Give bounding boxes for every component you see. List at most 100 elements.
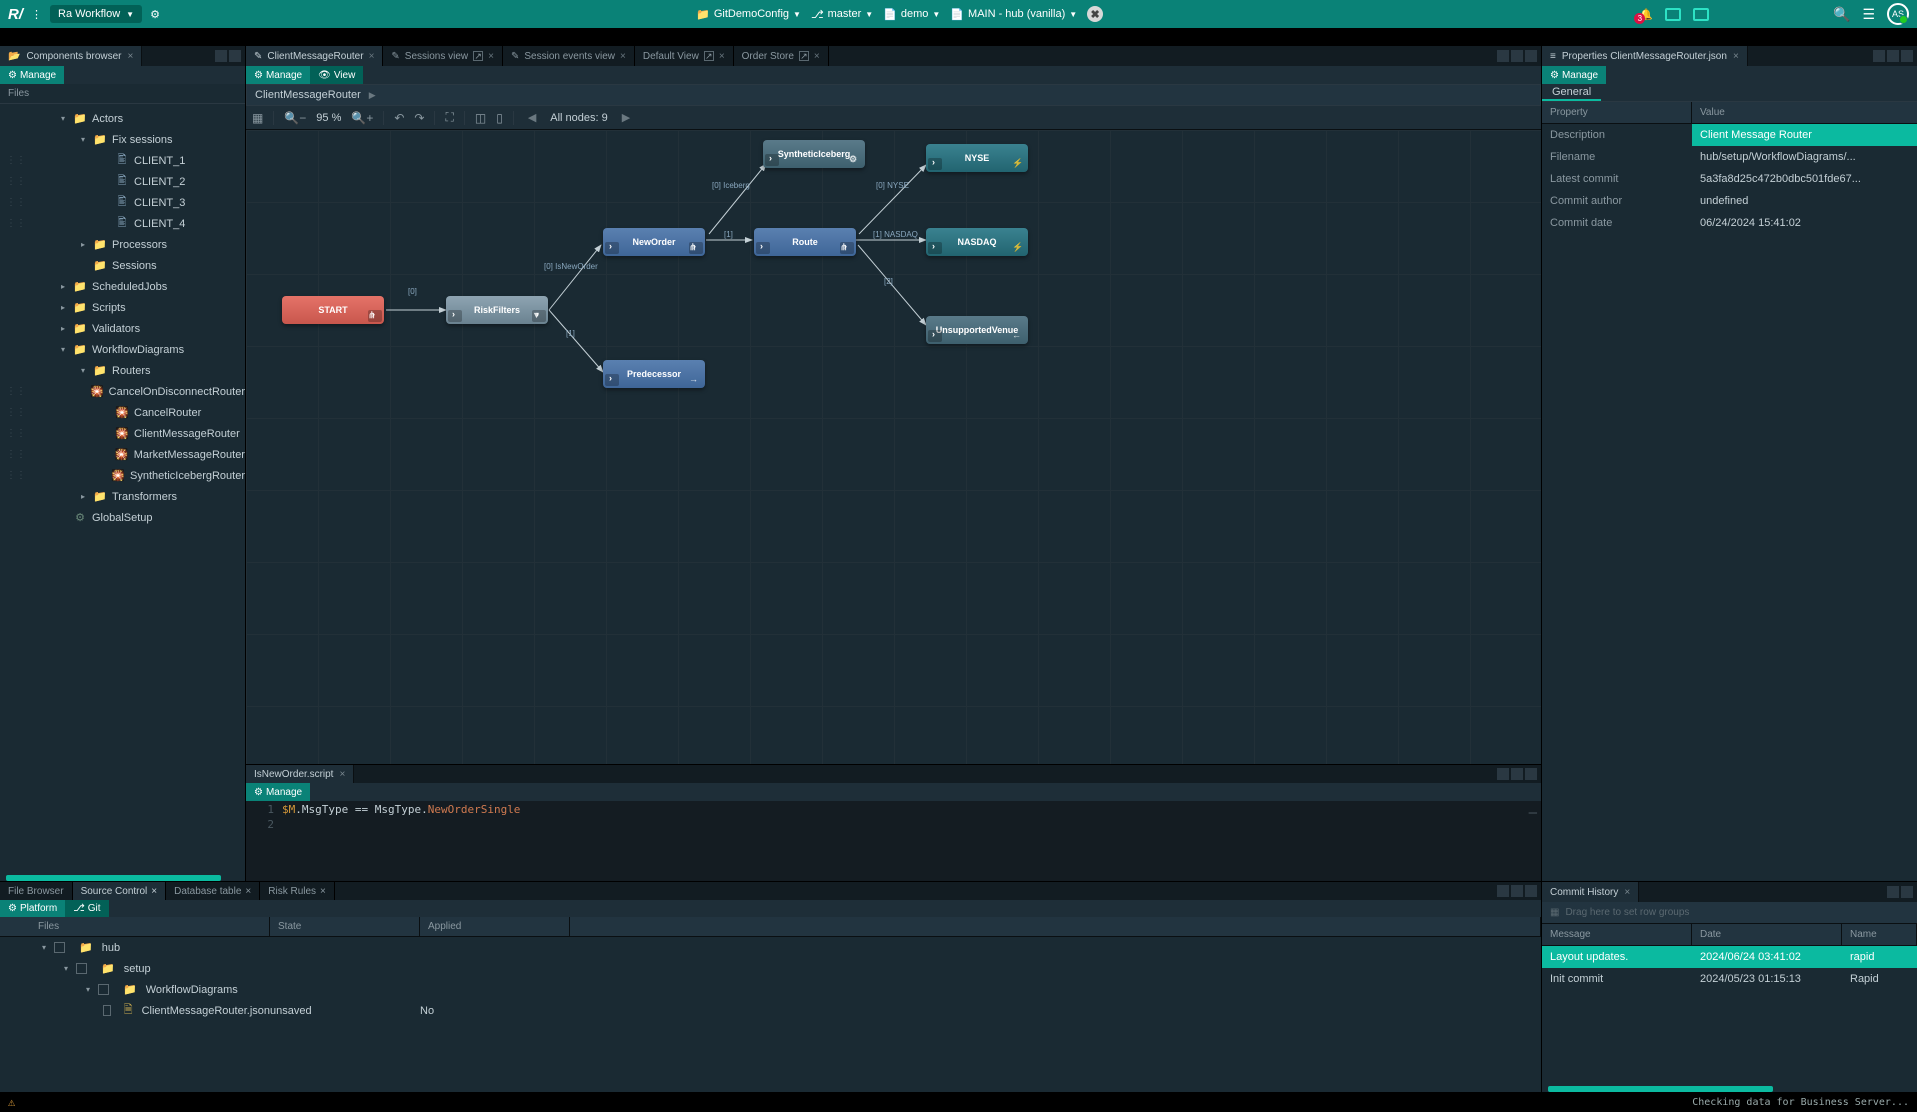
tree-item[interactable]: 📁Sessions — [0, 255, 245, 276]
row-checkbox[interactable] — [103, 1005, 111, 1016]
maximize-icon[interactable] — [1887, 50, 1899, 62]
node-start[interactable]: START⋔ — [282, 296, 384, 324]
editor-tab[interactable]: ✎Session events view× — [503, 46, 635, 66]
expand-icon[interactable]: ▾ — [58, 345, 68, 354]
tree-item[interactable]: ⋮⋮🎇ClientMessageRouter — [0, 423, 245, 444]
commit-row[interactable]: Init commit2024/05/23 01:15:13Rapid — [1542, 968, 1917, 990]
minimize-icon[interactable] — [215, 50, 227, 62]
node-unsupportedvenue[interactable]: UnsupportedVenue← — [926, 316, 1028, 344]
grip-icon[interactable]: ⋮⋮ — [6, 449, 18, 460]
maximize-icon[interactable] — [1511, 768, 1523, 780]
manage-button[interactable]: ⚙Manage — [0, 66, 64, 84]
tree-item[interactable]: ▸📁Processors — [0, 234, 245, 255]
monitor1-icon[interactable] — [1665, 8, 1681, 21]
expand-icon[interactable]: ▸ — [78, 240, 88, 249]
node-syntheticeberg[interactable]: SyntheticIceberg⚙ — [763, 140, 865, 168]
bottom-tab[interactable]: File Browser — [0, 882, 73, 900]
zoom-in-icon[interactable]: 🔍+ — [351, 111, 373, 125]
node-riskfilters[interactable]: RiskFilters▼ — [446, 296, 548, 324]
notifications-icon[interactable]: 🔔3 — [1639, 8, 1653, 21]
search-icon[interactable]: 🔍 — [1833, 6, 1850, 23]
tree-item[interactable]: ⋮⋮🎇CancelRouter — [0, 402, 245, 423]
node-nyse[interactable]: NYSE⚡ — [926, 144, 1028, 172]
crumb-demo[interactable]: 📄demo▼ — [883, 6, 940, 22]
close-icon[interactable]: × — [814, 51, 820, 62]
layout2-icon[interactable]: ▯ — [496, 111, 503, 125]
bottom-tab[interactable]: Source Control× — [73, 882, 167, 900]
close-panel-icon[interactable] — [1901, 886, 1913, 898]
tree-item[interactable]: ▸📁Scripts — [0, 297, 245, 318]
close-icon[interactable]: × — [245, 886, 251, 897]
props-manage-button[interactable]: ⚙Manage — [1542, 66, 1606, 84]
fold-icon[interactable]: — — [1529, 805, 1535, 821]
expand-icon[interactable]: ▸ — [58, 282, 68, 291]
grid-row[interactable]: 🗎ClientMessageRouter.jsonunsavedNo — [0, 1000, 1541, 1021]
workflow-canvas[interactable]: START⋔ RiskFilters▼ NewOrder⋔ Predecesso… — [246, 130, 1541, 764]
fit-icon[interactable]: ⛶ — [445, 110, 453, 125]
close-panel-icon[interactable] — [1525, 50, 1537, 62]
close-icon[interactable]: × — [620, 51, 626, 62]
tree-item[interactable]: ⋮⋮🎇MarketMessageRouter — [0, 444, 245, 465]
expand-icon[interactable]: ▾ — [78, 135, 88, 144]
changes-grid[interactable]: ▾📁hub▾📁setup▾📁WorkflowDiagrams🗎ClientMes… — [0, 937, 1541, 1092]
grip-icon[interactable]: ⋮⋮ — [6, 407, 18, 418]
wf-manage-button[interactable]: ⚙Manage — [246, 66, 310, 84]
grip-icon[interactable]: ⋮⋮ — [6, 428, 18, 439]
crumb-hub[interactable]: 📄MAIN - hub (vanilla)▼ — [950, 6, 1077, 22]
tree-item[interactable]: ⋮⋮🖺CLIENT_2 — [0, 171, 245, 192]
hamburger-icon[interactable]: ☰ — [1862, 6, 1875, 23]
close-icon[interactable]: × — [488, 51, 494, 62]
zoom-out-icon[interactable]: 🔍− — [284, 111, 306, 125]
close-icon[interactable]: × — [719, 51, 725, 62]
minimize-icon[interactable] — [1497, 50, 1509, 62]
expand-icon[interactable]: ▾ — [58, 114, 68, 123]
redo-icon[interactable]: ↷ — [414, 111, 424, 125]
maximize-icon[interactable] — [1887, 886, 1899, 898]
property-row[interactable]: DescriptionClient Message Router — [1542, 124, 1917, 146]
tree-item[interactable]: ▸📁Transformers — [0, 486, 245, 507]
commit-row[interactable]: Layout updates.2024/06/24 03:41:02rapid — [1542, 946, 1917, 968]
grip-icon[interactable]: ⋮⋮ — [6, 386, 18, 397]
node-nasdaq[interactable]: NASDAQ⚡ — [926, 228, 1028, 256]
script-tab[interactable]: IsNewOrder.script × — [246, 765, 354, 783]
close-icon[interactable]: × — [151, 886, 157, 897]
close-icon[interactable]: × — [1733, 51, 1739, 62]
property-row[interactable]: Latest commit5a3fa8d25c472b0dbc501fde67.… — [1542, 168, 1917, 190]
monitor2-icon[interactable] — [1693, 8, 1709, 21]
property-row[interactable]: Commit date06/24/2024 15:41:02 — [1542, 212, 1917, 234]
grip-icon[interactable]: ⋮⋮ — [6, 176, 18, 187]
minimize-icon[interactable] — [1873, 50, 1885, 62]
expand-icon[interactable]: ▸ — [58, 324, 68, 333]
script-editor[interactable]: 1 2 $M.MsgType == MsgType.NewOrderSingle… — [246, 801, 1541, 881]
bottom-tab[interactable]: Database table× — [166, 882, 260, 900]
grip-icon[interactable]: ⋮⋮ — [6, 218, 18, 229]
commit-scrollbar[interactable] — [1548, 1086, 1773, 1092]
layout1-icon[interactable]: ◫ — [475, 111, 486, 125]
tree-item[interactable]: ▾📁Fix sessions — [0, 129, 245, 150]
expand-icon[interactable]: ▾ — [78, 366, 88, 375]
minimize-icon[interactable] — [1497, 768, 1509, 780]
grid-row[interactable]: ▾📁setup — [0, 958, 1541, 979]
expand-icon[interactable]: ▸ — [58, 303, 68, 312]
platform-subtab[interactable]: ⚙Platform — [0, 900, 65, 917]
tree-item[interactable]: ⋮⋮🖺CLIENT_3 — [0, 192, 245, 213]
crumb-branch[interactable]: ⎇master▼ — [811, 6, 873, 22]
close-icon[interactable]: × — [1624, 887, 1630, 898]
tree-item[interactable]: ▾📁WorkflowDiagrams — [0, 339, 245, 360]
commit-history-tab[interactable]: Commit History × — [1542, 882, 1639, 902]
general-tab[interactable]: General — [1542, 84, 1601, 101]
property-row[interactable]: Filenamehub/setup/WorkflowDiagrams/... — [1542, 146, 1917, 168]
maximize-icon[interactable] — [1511, 885, 1523, 897]
warning-icon[interactable]: ⚠ — [8, 1095, 15, 1109]
grid-row[interactable]: ▾📁WorkflowDiagrams — [0, 979, 1541, 1000]
row-checkbox[interactable] — [76, 963, 87, 974]
close-icon[interactable]: × — [128, 51, 134, 62]
minimize-icon[interactable] — [1497, 885, 1509, 897]
close-icon[interactable]: × — [320, 886, 326, 897]
close-icon[interactable]: × — [339, 769, 345, 780]
maximize-icon[interactable] — [1511, 50, 1523, 62]
settings-icon[interactable]: ⚙ — [150, 8, 160, 21]
git-subtab[interactable]: ⎇Git — [65, 900, 108, 917]
group-drop-zone[interactable]: ▦ Drag here to set row groups — [1542, 902, 1917, 924]
expand-icon[interactable]: ▸ — [78, 492, 88, 501]
